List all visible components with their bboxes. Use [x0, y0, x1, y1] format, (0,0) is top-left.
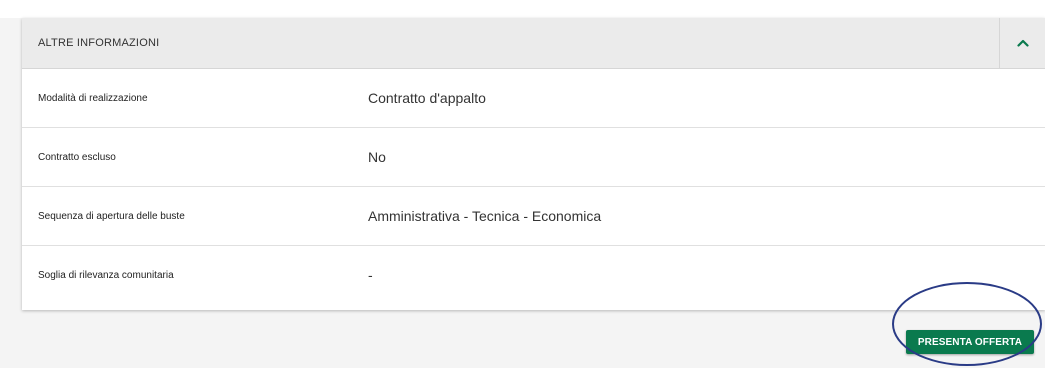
- info-row-contratto-escluso: Contratto escluso No: [22, 128, 1045, 187]
- info-row-sequenza-buste: Sequenza di apertura delle buste Amminis…: [22, 187, 1045, 246]
- row-value: No: [368, 149, 386, 165]
- footer-actions: PRESENTA OFFERTA: [0, 310, 1045, 368]
- panel-title: ALTRE INFORMAZIONI: [38, 37, 160, 49]
- collapse-toggle-button[interactable]: [999, 18, 1045, 68]
- row-label: Modalità di realizzazione: [38, 92, 148, 104]
- row-value: -: [368, 267, 373, 283]
- row-label: Contratto escluso: [38, 151, 116, 163]
- row-value: Amministrativa - Tecnica - Economica: [368, 208, 602, 224]
- chevron-up-icon: [1016, 39, 1029, 47]
- row-value: Contratto d'appalto: [368, 90, 486, 106]
- info-row-soglia-rilevanza: Soglia di rilevanza comunitaria -: [22, 246, 1045, 304]
- page: ALTRE INFORMAZIONI Modalità di realizzaz…: [0, 0, 1045, 368]
- top-band: [0, 0, 1045, 18]
- other-info-panel: ALTRE INFORMAZIONI Modalità di realizzaz…: [22, 18, 1045, 310]
- row-label: Sequenza di apertura delle buste: [38, 210, 185, 222]
- info-row-modalita: Modalità di realizzazione Contratto d'ap…: [22, 69, 1045, 128]
- panel-header[interactable]: ALTRE INFORMAZIONI: [22, 18, 1045, 69]
- submit-offer-button[interactable]: PRESENTA OFFERTA: [906, 330, 1034, 354]
- row-label: Soglia di rilevanza comunitaria: [38, 269, 174, 281]
